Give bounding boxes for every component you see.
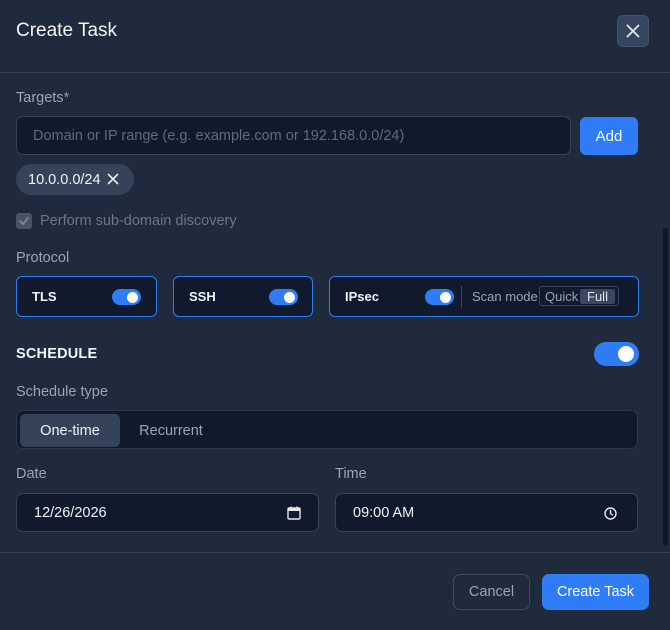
divider	[461, 286, 462, 308]
protocol-card-ipsec[interactable]: IPsec Scan mode Quick Full	[329, 276, 639, 317]
time-label: Time	[335, 466, 367, 482]
dialog-header: Create Task	[0, 0, 670, 73]
dialog-footer: Cancel Create Task	[0, 552, 670, 630]
scrollbar[interactable]	[663, 80, 668, 546]
target-chip-label: 10.0.0.0/24	[28, 171, 101, 188]
scan-mode-quick[interactable]: Quick	[545, 289, 578, 304]
dialog-title: Create Task	[16, 20, 118, 41]
scrollbar-thumb[interactable]	[663, 228, 668, 546]
ssh-toggle[interactable]	[269, 289, 298, 305]
subdomain-discovery-label: Perform sub-domain discovery	[40, 213, 237, 229]
protocol-name: TLS	[32, 289, 57, 304]
close-icon[interactable]	[107, 173, 119, 185]
targets-label: Targets*	[16, 90, 70, 106]
add-target-button[interactable]: Add	[580, 117, 638, 155]
schedule-type-label: Schedule type	[16, 384, 108, 400]
checkmark-icon	[19, 217, 29, 225]
cancel-button[interactable]: Cancel	[453, 574, 530, 610]
scan-mode-label: Scan mode	[472, 289, 538, 304]
schedule-type-one-time[interactable]: One-time	[20, 414, 120, 447]
time-value: 09:00 AM	[353, 505, 415, 521]
close-button[interactable]	[617, 15, 649, 47]
toggle-knob	[618, 346, 634, 362]
scan-mode-full[interactable]: Full	[580, 289, 615, 304]
date-field[interactable]: 12/26/2026	[16, 493, 319, 532]
date-value: 12/26/2026	[34, 505, 107, 521]
time-field[interactable]: 09:00 AM	[335, 493, 638, 532]
tls-toggle[interactable]	[112, 289, 141, 305]
schedule-type-recurrent[interactable]: Recurrent	[121, 414, 221, 447]
toggle-knob	[127, 291, 138, 303]
required-mark: *	[63, 90, 70, 106]
create-task-button[interactable]: Create Task	[542, 574, 649, 610]
protocol-label: Protocol	[16, 250, 70, 266]
clock-icon[interactable]	[604, 507, 617, 520]
scan-mode-selector: Quick Full	[539, 286, 619, 306]
toggle-knob	[284, 291, 295, 303]
protocol-name: SSH	[189, 289, 216, 304]
close-icon	[626, 24, 640, 38]
protocol-card-tls[interactable]: TLS	[16, 276, 157, 317]
schedule-toggle[interactable]	[594, 342, 639, 366]
calendar-icon[interactable]	[287, 506, 301, 520]
targets-input[interactable]	[16, 116, 571, 155]
toggle-knob	[440, 291, 451, 303]
protocol-card-ssh[interactable]: SSH	[173, 276, 313, 317]
date-label: Date	[16, 466, 47, 482]
ipsec-toggle[interactable]	[425, 289, 454, 305]
schedule-title: SCHEDULE	[16, 346, 98, 362]
schedule-type-selector: One-time Recurrent	[16, 410, 638, 449]
subdomain-discovery-checkbox[interactable]	[16, 213, 32, 229]
protocol-name: IPsec	[345, 289, 379, 304]
target-chip: 10.0.0.0/24	[16, 164, 134, 195]
